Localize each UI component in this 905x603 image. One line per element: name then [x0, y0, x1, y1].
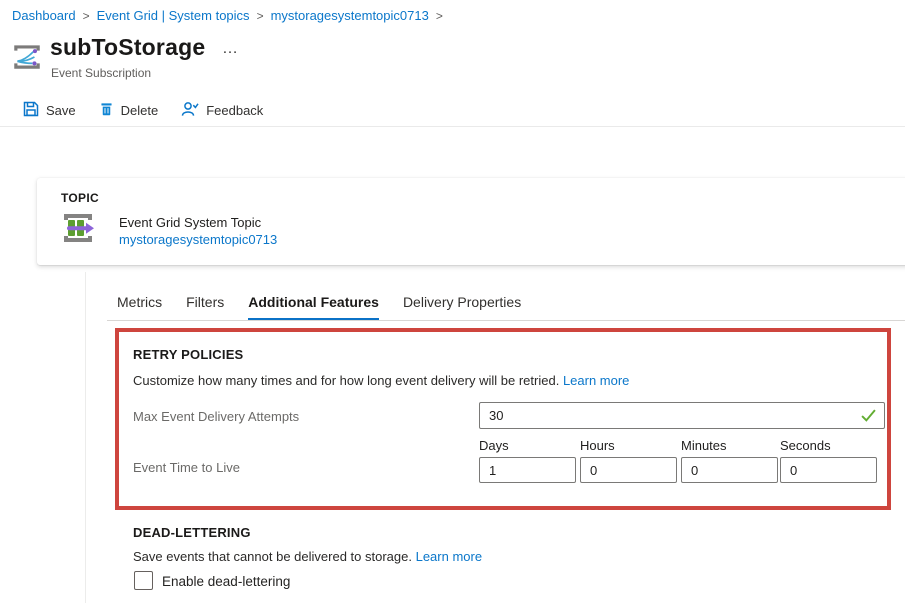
dead-lettering-description-text: Save events that cannot be delivered to …	[133, 549, 412, 564]
dead-lettering-learn-more-link[interactable]: Learn more	[416, 549, 482, 564]
ttl-hours-field: Hours	[580, 438, 679, 483]
max-attempts-input[interactable]	[479, 402, 885, 429]
command-bar: Save Delete Feedback	[20, 99, 266, 122]
topic-card: TOPIC Event Grid System Topic mystorages…	[37, 178, 905, 265]
page-title: subToStorage	[50, 34, 206, 60]
topic-card-label: TOPIC	[61, 191, 99, 205]
content-panel-edge	[85, 272, 86, 603]
topic-name-link[interactable]: mystoragesystemtopic0713	[119, 232, 277, 247]
retry-learn-more-link[interactable]: Learn more	[563, 373, 629, 388]
breadcrumb-dashboard[interactable]: Dashboard	[12, 8, 76, 23]
feedback-button[interactable]: Feedback	[178, 99, 266, 122]
ttl-seconds-input[interactable]	[780, 457, 877, 483]
event-subscription-icon	[10, 40, 44, 76]
retry-policies-description: Customize how many times and for how lon…	[133, 373, 629, 388]
save-button[interactable]: Save	[20, 99, 79, 122]
tabs-divider	[107, 320, 905, 321]
ttl-days-input[interactable]	[479, 457, 576, 483]
delete-label: Delete	[120, 103, 159, 118]
ttl-seconds-field: Seconds	[780, 438, 879, 483]
retry-policies-heading: RETRY POLICIES	[133, 347, 244, 362]
save-icon	[23, 101, 39, 120]
tab-metrics[interactable]: Metrics	[117, 294, 162, 320]
dead-lettering-heading: DEAD-LETTERING	[133, 525, 251, 540]
breadcrumb-separator: >	[435, 8, 443, 23]
ttl-days-label: Days	[479, 438, 509, 453]
dead-lettering-description: Save events that cannot be delivered to …	[133, 549, 482, 564]
trash-icon	[99, 101, 114, 120]
event-subscription-page: Dashboard > Event Grid | System topics >…	[0, 0, 905, 603]
breadcrumb-topic[interactable]: mystoragesystemtopic0713	[271, 8, 429, 23]
event-grid-system-topic-icon	[59, 209, 97, 247]
tab-filters[interactable]: Filters	[186, 294, 224, 320]
ttl-minutes-input[interactable]	[681, 457, 778, 483]
valid-check-icon	[861, 409, 876, 422]
save-label: Save	[46, 103, 76, 118]
breadcrumb-event-grid-system-topics[interactable]: Event Grid | System topics	[97, 8, 250, 23]
delete-button[interactable]: Delete	[96, 99, 162, 122]
ttl-seconds-label: Seconds	[780, 438, 831, 453]
enable-dead-lettering-label[interactable]: Enable dead-lettering	[162, 574, 290, 589]
tab-delivery-properties[interactable]: Delivery Properties	[403, 294, 521, 320]
toolbar-divider	[0, 126, 905, 127]
more-options-button[interactable]: …	[222, 40, 239, 58]
enable-dead-lettering-checkbox[interactable]	[134, 571, 153, 590]
breadcrumb: Dashboard > Event Grid | System topics >…	[12, 8, 443, 23]
ttl-hours-input[interactable]	[580, 457, 677, 483]
ttl-days-field: Days	[479, 438, 578, 483]
ttl-minutes-label: Minutes	[681, 438, 727, 453]
breadcrumb-separator: >	[256, 8, 264, 23]
page-subtitle: Event Subscription	[51, 66, 152, 80]
breadcrumb-separator: >	[82, 8, 90, 23]
tab-additional-features[interactable]: Additional Features	[248, 294, 379, 320]
retry-description-text: Customize how many times and for how lon…	[133, 373, 560, 388]
tab-bar: Metrics Filters Additional Features Deli…	[117, 294, 521, 320]
topic-type-text: Event Grid System Topic	[119, 215, 262, 230]
ttl-label: Event Time to Live	[133, 460, 240, 475]
max-attempts-label: Max Event Delivery Attempts	[133, 409, 300, 424]
feedback-person-icon	[181, 101, 199, 120]
ttl-minutes-field: Minutes	[681, 438, 780, 483]
ttl-hours-label: Hours	[580, 438, 615, 453]
feedback-label: Feedback	[206, 103, 264, 118]
